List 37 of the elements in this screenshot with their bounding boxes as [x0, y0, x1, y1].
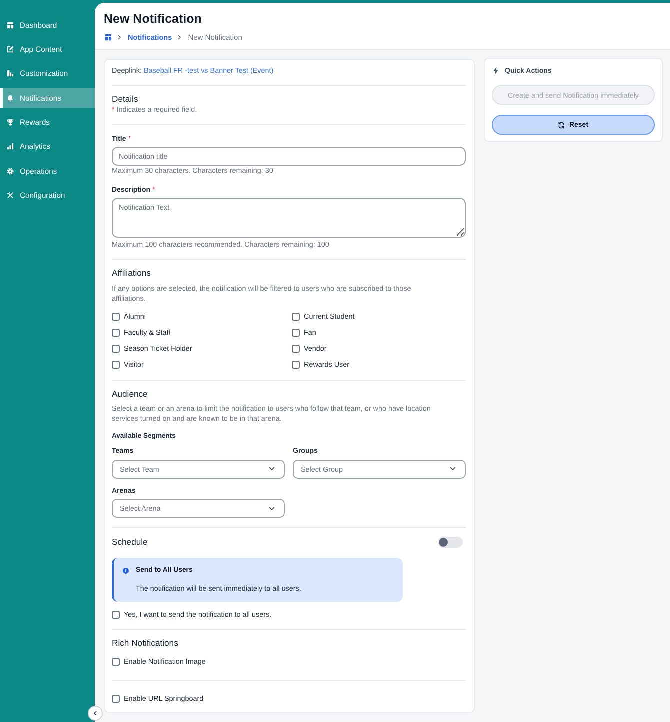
chevron-right-icon [118, 34, 121, 40]
checkbox[interactable] [112, 313, 120, 321]
lightning-icon [493, 67, 499, 75]
chevron-down-icon [269, 506, 275, 510]
section-heading: Affiliations [112, 268, 152, 278]
checkbox[interactable] [292, 345, 300, 353]
chevron-down-icon [269, 467, 275, 471]
layout-icon [7, 22, 14, 28]
chevron-right-icon [178, 34, 182, 40]
checkbox[interactable] [112, 345, 120, 353]
checkbox[interactable] [112, 329, 120, 337]
tools-icon [7, 192, 14, 200]
checkbox[interactable] [292, 329, 300, 337]
section-heading: Details [112, 94, 138, 104]
chevron-left-icon [94, 711, 97, 716]
section-heading: Rich Notifications [112, 638, 178, 648]
checkbox[interactable] [112, 611, 120, 619]
section-heading: Schedule [112, 537, 148, 548]
page-title: New Notification [104, 12, 202, 27]
blocks-icon [7, 70, 14, 78]
checkbox[interactable] [292, 313, 300, 321]
refresh-icon [558, 122, 566, 128]
checkbox[interactable] [112, 694, 120, 702]
toggle-switch[interactable] [438, 537, 463, 548]
chevron-down-icon [450, 467, 456, 471]
layout-icon[interactable] [105, 34, 112, 40]
bell-icon [7, 94, 14, 102]
info-icon [123, 568, 129, 574]
checkbox[interactable] [112, 361, 120, 369]
trophy-icon [7, 119, 14, 126]
gear-icon [7, 168, 14, 175]
section-heading: Audience [112, 388, 148, 400]
checkbox[interactable] [112, 658, 120, 666]
bar-chart-icon [7, 143, 14, 150]
collapse-sidebar-button[interactable] [88, 706, 103, 721]
edit-icon [7, 46, 14, 53]
checkbox[interactable] [292, 361, 300, 369]
